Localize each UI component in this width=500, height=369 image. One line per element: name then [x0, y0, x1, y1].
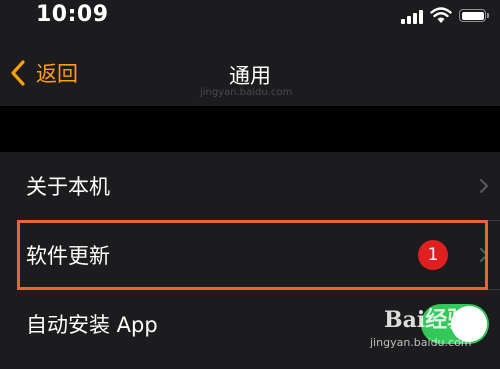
cellular-signal-icon: [401, 10, 423, 24]
row-about-label: 关于本机: [26, 175, 110, 199]
toggle-knob: [451, 306, 487, 342]
watermark-text-top: jingyan.baidu.com: [200, 87, 293, 98]
status-bar: 10:09: [0, 0, 500, 34]
page-title: 通用: [229, 64, 271, 88]
row-auto-install-label: 自动安装 App: [26, 313, 158, 337]
battery-icon: [459, 9, 486, 22]
row-auto-install: 自动安装 App: [0, 290, 500, 358]
status-time: 10:09: [36, 2, 109, 27]
row-about[interactable]: 关于本机: [0, 152, 500, 220]
auto-install-toggle[interactable]: [421, 304, 489, 344]
wifi-icon: [430, 7, 452, 23]
battery-cap: [487, 13, 489, 18]
chevron-right-icon: [480, 179, 488, 193]
highlight-box: [17, 220, 488, 290]
